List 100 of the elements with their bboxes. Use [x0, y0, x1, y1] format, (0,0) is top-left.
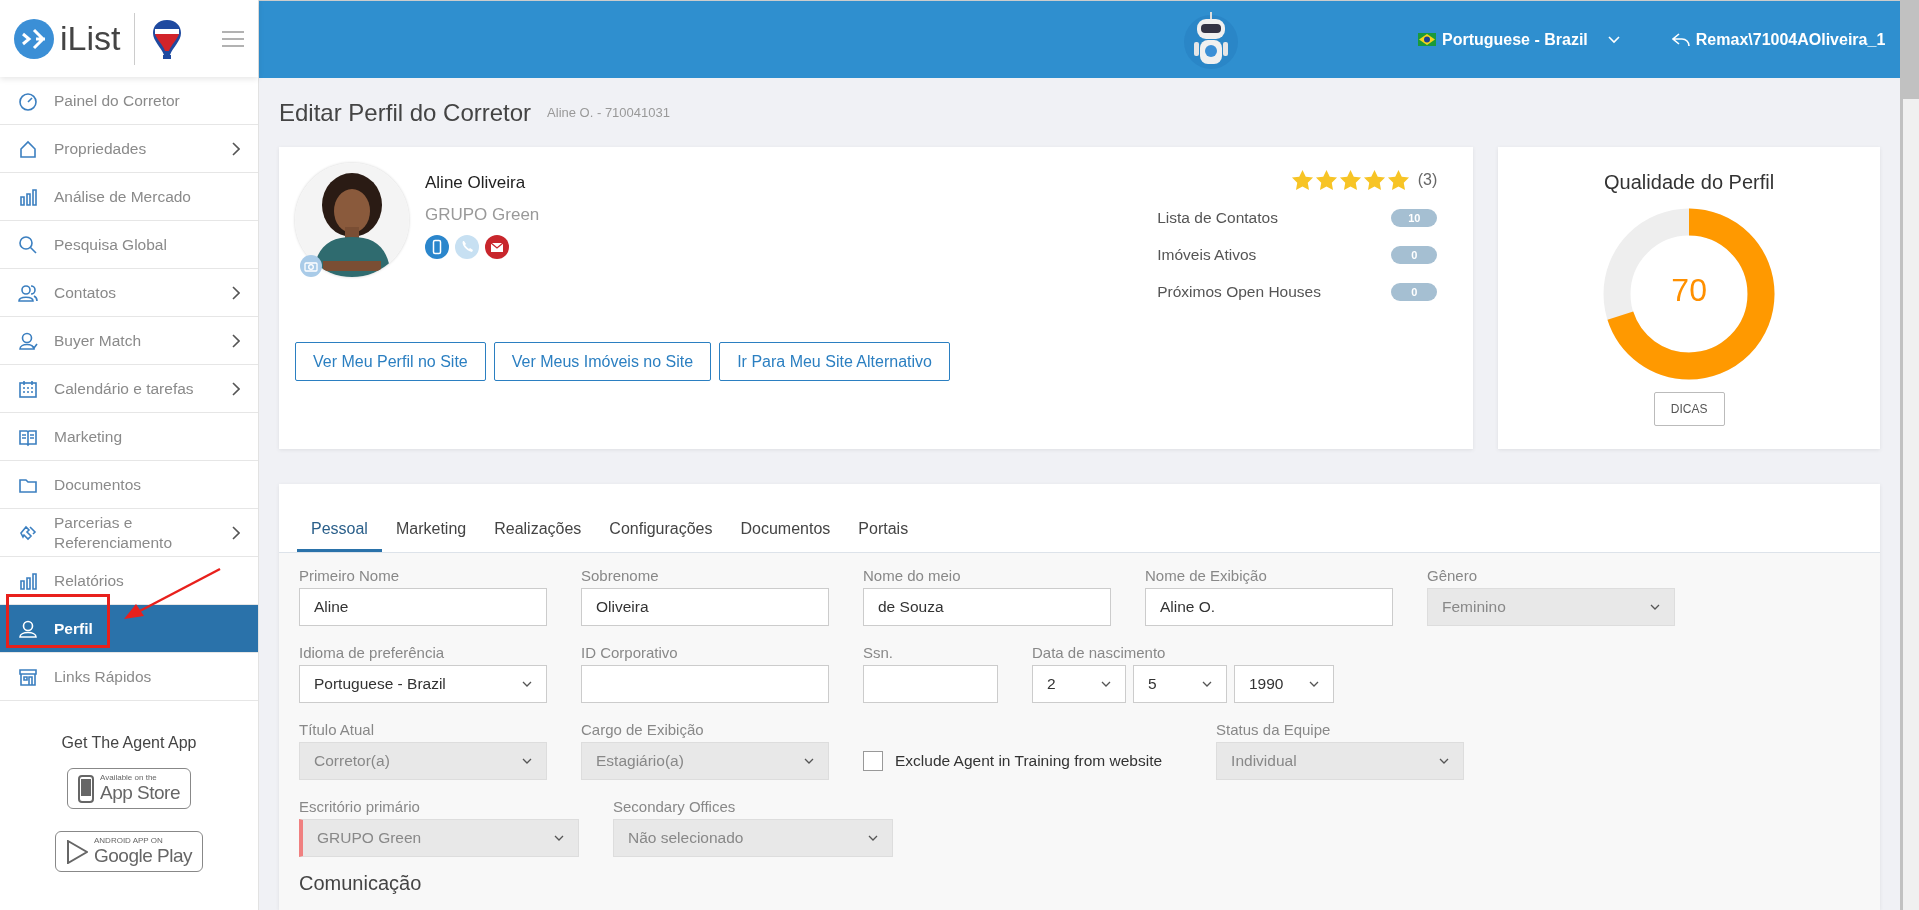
field-label: Escritório primário [299, 798, 421, 815]
field-label: Primeiro Nome [299, 567, 401, 584]
star-icon [1338, 169, 1362, 191]
reply-arrow-icon [1671, 32, 1690, 47]
nav-item[interactable]: Parcerias e Referenciamento [0, 509, 258, 557]
stat-label: Lista de Contatos [1157, 208, 1278, 227]
stat-label: Próximos Open Houses [1157, 282, 1321, 301]
field-label: ID Corporativo [581, 644, 679, 661]
dropdown[interactable]: 2 [1032, 665, 1126, 703]
search-icon [18, 234, 38, 255]
language-selector[interactable]: Portuguese - Brazil [1418, 30, 1620, 49]
chevron-down-icon [1650, 603, 1660, 611]
review-count: (3) [1417, 171, 1438, 189]
page-title: Editar Perfil do Corretor [279, 98, 532, 127]
text-field[interactable]: Aline [299, 588, 547, 626]
brand-name: iList [60, 19, 121, 58]
chevron-down-icon [804, 757, 814, 765]
text-field[interactable] [581, 665, 829, 703]
email-icon [485, 235, 509, 259]
nav-item[interactable]: Painel do Corretor [0, 77, 258, 125]
quality-title: Qualidade do Perfil [1604, 171, 1775, 194]
nav-item[interactable]: Pesquisa Global [0, 221, 258, 269]
app-store-badge[interactable]: ANDROID APP ON Google Play [55, 831, 203, 872]
star-icon [1314, 169, 1338, 191]
field-label: Secondary Offices [613, 798, 737, 815]
text-field[interactable]: de Souza [863, 588, 1111, 626]
chevron-down-icon [1202, 680, 1212, 688]
field-label: Sobrenome [581, 567, 660, 584]
nav-item[interactable]: Marketing [0, 413, 258, 461]
checkbox[interactable] [863, 751, 883, 771]
bar-chart-icon [18, 186, 38, 207]
text-field[interactable]: Oliveira [581, 588, 829, 626]
nav-item[interactable]: Links Rápidos [0, 653, 258, 701]
page-subtitle: Aline O. - 710041031 [547, 105, 670, 120]
user-switch-link[interactable]: Remax\71004AOliveira_1 [1671, 30, 1886, 49]
phone-icon [78, 774, 94, 803]
field-label: Nome de Exibição [1145, 567, 1268, 584]
link-button[interactable]: Ver Meus Imóveis no Site [493, 342, 712, 381]
mobile-phone-icon [425, 235, 449, 259]
app-store-badge[interactable]: Available on the App Store [67, 768, 191, 809]
field-label: Nome do meio [863, 567, 962, 584]
chevron-down-icon [522, 757, 532, 765]
count-badge: 0 [1391, 282, 1438, 301]
phone-icon [455, 235, 479, 259]
count-badge: 0 [1391, 245, 1438, 264]
chevron-down-icon [1309, 680, 1319, 688]
nav-item[interactable]: Buyer Match [0, 317, 258, 365]
text-field[interactable]: Aline O. [1145, 588, 1393, 626]
chevron-right-icon [232, 285, 240, 300]
tab[interactable]: Portais [844, 520, 923, 552]
nav-item[interactable]: Propriedades [0, 125, 258, 173]
dropdown[interactable]: 5 [1133, 665, 1227, 703]
chevron-right-icon [232, 141, 240, 156]
brazil-flag-icon [1418, 33, 1436, 46]
tab[interactable]: Configurações [595, 520, 727, 552]
tab[interactable]: Documentos [726, 520, 845, 552]
dropdown[interactable]: 1990 [1234, 665, 1334, 703]
balloon-logo-icon [151, 17, 184, 60]
nav-item[interactable]: Contatos [0, 269, 258, 317]
storefront-icon [18, 666, 38, 687]
app-heading: Get The Agent App [60, 734, 198, 752]
dropdown[interactable]: Portuguese - Brazil [299, 665, 547, 703]
chevron-down-icon [1101, 680, 1111, 688]
checkbox-label: Exclude Agent in Training from website [895, 752, 1163, 770]
count-badge: 10 [1391, 208, 1438, 227]
link-button[interactable]: Ver Meu Perfil no Site [295, 342, 486, 381]
field-label: Idioma de preferência [299, 644, 446, 661]
field-label: Título Atual [299, 721, 376, 738]
stat-label: Imóveis Ativos [1157, 245, 1257, 264]
tips-button[interactable]: DICAS [1653, 392, 1725, 426]
people-icon [18, 282, 38, 303]
nav-item[interactable]: Análise de Mercado [0, 173, 258, 221]
gauge-icon [18, 90, 38, 111]
field-label: Data de nascimento [1032, 644, 1167, 661]
robot-help-icon [1184, 9, 1238, 70]
chevron-down-icon [554, 834, 564, 842]
field-label: Status da Equipe [1216, 721, 1332, 738]
tab[interactable]: Marketing [381, 520, 481, 552]
text-field[interactable] [863, 665, 998, 703]
scrollbar[interactable] [1900, 0, 1919, 910]
field-label: Cargo de Exibição [581, 721, 705, 738]
nav-item[interactable]: Calendário e tarefas [0, 365, 258, 413]
link-button[interactable]: Ir Para Meu Site Alternativo [719, 342, 950, 381]
camera-icon [300, 255, 322, 277]
chevron-down-icon [1607, 35, 1620, 44]
nav-item[interactable]: Documentos [0, 461, 258, 509]
play-icon [66, 839, 88, 864]
tab[interactable]: Realizações [480, 520, 596, 552]
section-heading: Comunicação [299, 871, 423, 895]
bar-chart-icon [18, 570, 38, 591]
ilist-logo-icon [14, 18, 54, 59]
agent-name: Aline Oliveira [425, 173, 527, 193]
nav-item[interactable]: Perfil [0, 605, 258, 653]
star-icon [1386, 169, 1410, 191]
quality-score: 70 [1670, 272, 1708, 309]
field-label: Gênero [1427, 567, 1479, 584]
star-icon [1362, 169, 1386, 191]
star-icon [1290, 169, 1314, 191]
field-label: Ssn. [863, 644, 894, 661]
chevron-right-icon [232, 381, 240, 396]
